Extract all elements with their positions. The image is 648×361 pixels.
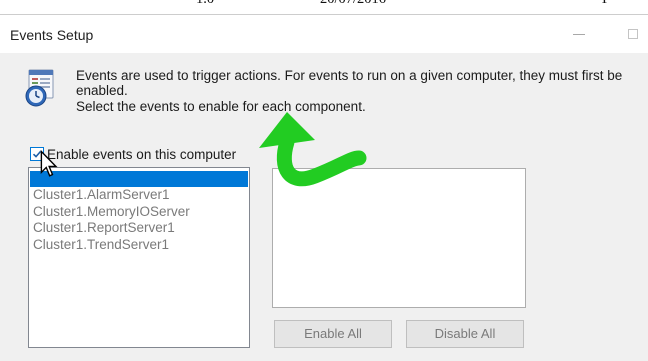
events-calendar-icon (25, 69, 54, 107)
intro-instruction-line: Select the events to enable for each com… (76, 99, 366, 114)
background-window-strip: 1.0 20/07/2016 T (0, 0, 648, 15)
minimize-icon (573, 34, 585, 35)
minimize-button[interactable] (562, 19, 596, 49)
enable-events-label[interactable]: Enable events on this computer (47, 147, 236, 162)
background-date-fragment: 20/07/2016 (320, 0, 386, 8)
intro-text-line: Events are used to trigger actions. For … (76, 68, 623, 83)
background-text-fragment: T (600, 0, 609, 8)
list-item[interactable] (30, 171, 248, 188)
list-item[interactable]: Cluster1.TrendServer1 (30, 237, 248, 253)
maximize-button[interactable] (616, 19, 646, 49)
disable-all-button[interactable]: Disable All (406, 320, 524, 348)
components-list[interactable]: Cluster1.AlarmServer1 Cluster1.MemoryIOS… (28, 167, 250, 348)
title-bar[interactable]: Events Setup (0, 15, 648, 53)
intro-text-line: enabled. (76, 83, 128, 98)
list-item[interactable]: Cluster1.MemoryIOServer (30, 204, 248, 220)
list-item[interactable]: Cluster1.ReportServer1 (30, 220, 248, 236)
screen: 1.0 20/07/2016 T Events Setup Events are… (0, 0, 648, 361)
checkbox-box[interactable] (30, 147, 44, 161)
enable-all-button[interactable]: Enable All (274, 320, 392, 348)
enable-events-checkbox[interactable]: Enable events on this computer (30, 146, 242, 163)
maximize-icon (628, 29, 638, 39)
background-text-fragment: 1.0 (196, 0, 214, 8)
list-item[interactable]: Cluster1.AlarmServer1 (30, 187, 248, 203)
checkmark-icon (32, 150, 42, 158)
window-title: Events Setup (10, 27, 94, 43)
events-list[interactable] (272, 168, 526, 308)
